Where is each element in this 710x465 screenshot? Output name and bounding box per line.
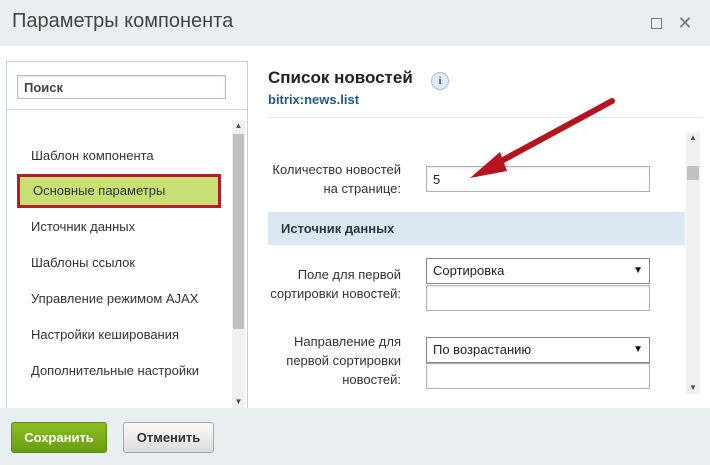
dialog-title: Параметры компонента (12, 10, 234, 32)
sidebar-divider (7, 109, 247, 110)
dialog-content: Шаблон компонента Основные параметры Ист… (0, 46, 710, 411)
sidebar-item-url-templates[interactable]: Шаблоны ссылок (21, 246, 231, 280)
sort-field-custom-input[interactable] (426, 285, 650, 311)
sidebar-item-additional[interactable]: Дополнительные настройки (21, 354, 231, 388)
scroll-up-icon[interactable]: ▲ (232, 120, 245, 132)
info-icon[interactable]: i (431, 72, 449, 90)
news-count-input[interactable] (426, 166, 650, 192)
cancel-button[interactable]: Отменить (123, 422, 214, 453)
component-code: bitrix:news.list (268, 92, 360, 107)
sidebar-item-data-source[interactable]: Источник данных (21, 210, 231, 244)
save-button[interactable]: Сохранить (11, 422, 107, 453)
news-count-label: Количество новостей на странице: (272, 162, 401, 196)
section-header-data-source: Источник данных (268, 212, 685, 245)
sort-order-label: Направление для первой сортировки новост… (286, 334, 401, 387)
sidebar-item-main-params[interactable]: Основные параметры (17, 174, 221, 208)
sidebar-item-cache[interactable]: Настройки кеширования (21, 318, 231, 352)
sort-field-value: Сортировка (433, 263, 505, 278)
section-title: Источник данных (281, 221, 395, 236)
search-input[interactable] (17, 75, 226, 99)
scrollbar-thumb[interactable] (233, 134, 244, 329)
dialog-titlebar: Параметры компонента ✕ (0, 0, 710, 46)
sidebar-item-ajax[interactable]: Управление режимом AJAX (21, 282, 231, 316)
scroll-down-icon[interactable]: ▼ (686, 382, 700, 394)
dropdown-arrow-icon: ▼ (633, 265, 643, 276)
component-title: Список новостей (268, 68, 413, 87)
dialog-footer: Сохранить Отменить (0, 408, 710, 465)
sort-field-select[interactable]: Сортировка ▼ (426, 258, 650, 284)
params-scrollbar[interactable]: ▲ ▼ (686, 132, 700, 394)
sidebar-item-template[interactable]: Шаблон компонента (21, 139, 231, 173)
scrollbar-thumb[interactable] (687, 166, 699, 180)
sort-order-select[interactable]: По возрастанию ▼ (426, 337, 650, 363)
scroll-up-icon[interactable]: ▲ (686, 132, 700, 144)
sort-order-value: По возрастанию (433, 342, 532, 357)
sidebar-scrollbar[interactable]: ▲ ▼ (232, 120, 245, 408)
header-divider (268, 117, 702, 118)
sort-order-custom-input[interactable] (426, 363, 650, 389)
scroll-down-icon[interactable]: ▼ (232, 396, 245, 408)
sidebar-panel: Шаблон компонента Основные параметры Ист… (6, 61, 248, 411)
maximize-icon[interactable] (647, 14, 665, 32)
params-panel: Список новостей i bitrix:news.list Колич… (268, 46, 708, 408)
sort-field-label: Поле для первой сортировки новостей: (270, 267, 401, 301)
close-icon[interactable]: ✕ (676, 14, 694, 32)
dropdown-arrow-icon: ▼ (633, 344, 643, 355)
